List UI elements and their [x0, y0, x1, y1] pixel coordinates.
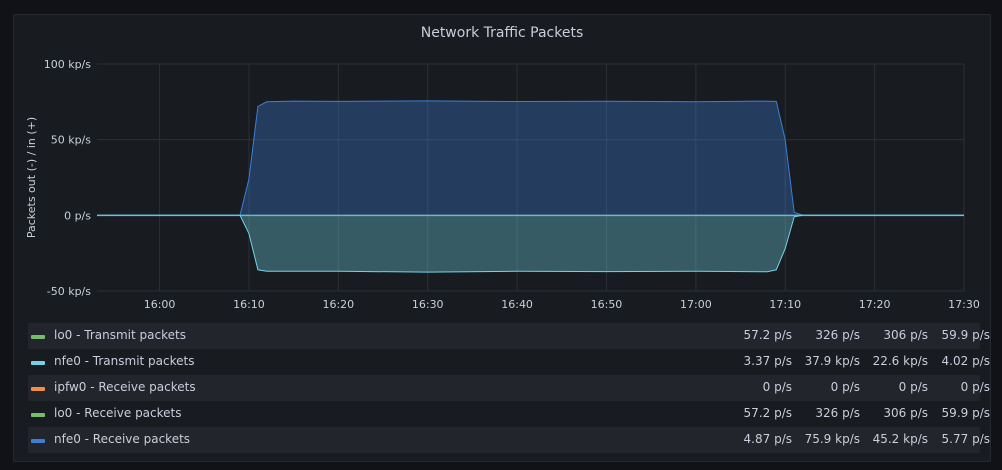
- legend-value: 326 p/s: [815, 328, 860, 342]
- legend-value: 0 p/s: [960, 380, 990, 394]
- legend-value: 37.9 kp/s: [804, 354, 860, 368]
- legend-value: 0 p/s: [898, 380, 928, 394]
- legend-series-name[interactable]: ipfw0 - Receive packets: [54, 380, 196, 394]
- network-traffic-chart[interactable]: 100 kp/s 50 kp/s 0 p/s -50 kp/s 16:00 16:10 16…: [14, 15, 990, 315]
- x-tick-label: 17:10: [769, 298, 801, 311]
- legend-value: 306 p/s: [883, 406, 928, 420]
- legend-value: 57.2 p/s: [743, 328, 792, 342]
- legend-table: lo0 - Transmit packets 57.2 p/s 326 p/s 306…: [28, 323, 990, 453]
- y-tick-label: 50 kp/s: [51, 134, 92, 147]
- x-tick-label: 17:00: [680, 298, 712, 311]
- series-area-4: [97, 100, 964, 216]
- x-tick-label: 16:50: [591, 298, 623, 311]
- legend-value: 59.9 p/s: [941, 328, 990, 342]
- legend-swatch: [31, 361, 45, 365]
- x-tick-label: 16:20: [322, 298, 354, 311]
- x-tick-label: 17:20: [859, 298, 891, 311]
- x-tick-label: 16:30: [412, 298, 444, 311]
- legend-row[interactable]: ipfw0 - Receive packets 0 p/s 0 p/s 0 p/s 0 …: [28, 375, 990, 401]
- legend-row[interactable]: lo0 - Transmit packets 57.2 p/s 326 p/s 306…: [28, 323, 990, 349]
- x-tick-label: 16:40: [501, 298, 533, 311]
- legend-value: 45.2 kp/s: [872, 432, 928, 446]
- legend-value: 22.6 kp/s: [872, 354, 928, 368]
- legend-value: 75.9 kp/s: [804, 432, 860, 446]
- chart-panel: Network Traffic Packets 100 kp/s 50 kp/s 0…: [13, 14, 991, 462]
- x-tick-label: 17:30: [948, 298, 980, 311]
- legend-value: 0 p/s: [830, 380, 860, 394]
- legend-swatch: [31, 387, 45, 391]
- legend-series-name[interactable]: nfe0 - Receive packets: [54, 432, 190, 446]
- legend-series-name[interactable]: lo0 - Receive packets: [54, 406, 182, 420]
- series-area-1: [97, 215, 964, 273]
- y-tick-label: 100 kp/s: [44, 58, 92, 71]
- x-tick-label: 16:00: [144, 298, 176, 311]
- legend-value: 326 p/s: [815, 406, 860, 420]
- legend-value: 57.2 p/s: [743, 406, 792, 420]
- legend-value: 3.37 p/s: [743, 354, 792, 368]
- legend-row[interactable]: nfe0 - Receive packets 4.87 p/s 75.9 kp/s 4…: [28, 427, 990, 453]
- legend-row[interactable]: lo0 - Receive packets 57.2 p/s 326 p/s 306 …: [28, 401, 990, 427]
- legend-value: 306 p/s: [883, 328, 928, 342]
- legend-series-name[interactable]: lo0 - Transmit packets: [54, 328, 186, 342]
- y-tick-label: 0 p/s: [64, 209, 91, 222]
- x-tick-label: 16:10: [233, 298, 265, 311]
- legend-swatch: [31, 413, 45, 417]
- legend-series-name[interactable]: nfe0 - Transmit packets: [54, 354, 195, 368]
- legend-swatch: [31, 439, 45, 443]
- legend-swatch: [31, 335, 45, 339]
- legend-value: 5.77 p/s: [941, 432, 990, 446]
- y-axis-label: Packets out (-) / in (+): [25, 117, 38, 238]
- legend-value: 0 p/s: [762, 380, 792, 394]
- legend-row[interactable]: nfe0 - Transmit packets 3.37 p/s 37.9 kp/s…: [28, 349, 990, 375]
- y-tick-label: -50 kp/s: [47, 285, 92, 298]
- legend-value: 4.02 p/s: [941, 354, 990, 368]
- legend-value: 4.87 p/s: [743, 432, 792, 446]
- legend-value: 59.9 p/s: [941, 406, 990, 420]
